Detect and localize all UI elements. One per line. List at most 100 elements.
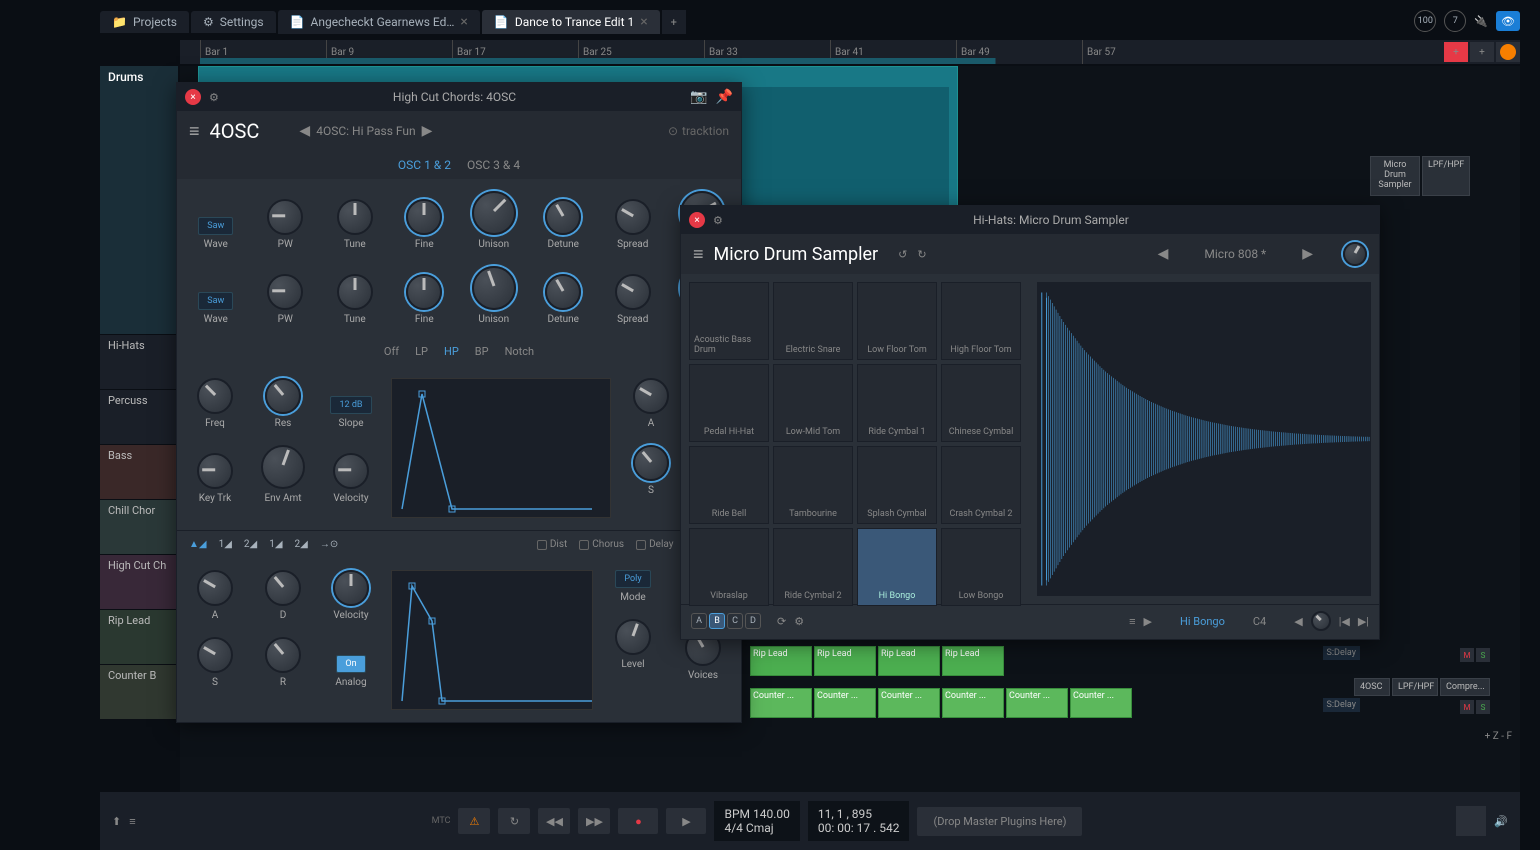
filter-hp[interactable]: HP xyxy=(444,345,459,358)
settings-icon[interactable]: ⚙ xyxy=(209,91,219,104)
view-toggle-button[interactable]: 👁 xyxy=(1496,11,1520,31)
knob-pw[interactable] xyxy=(267,199,303,235)
plugin-titlebar[interactable]: × ⚙ High Cut Chords: 4OSC 📷 📌 xyxy=(177,83,741,111)
master-plugin-drop[interactable]: (Drop Master Plugins Here) xyxy=(917,807,1082,836)
knob-spread[interactable] xyxy=(615,274,651,310)
upload-icon[interactable]: ⬆ xyxy=(112,815,121,828)
prev-icon[interactable]: ◀ xyxy=(1294,615,1302,628)
slope-selector[interactable]: 12 dB xyxy=(330,396,371,414)
knob-fine[interactable] xyxy=(406,274,442,310)
amp-envelope-display[interactable] xyxy=(391,570,593,710)
tab-dance-trance[interactable]: 📄Dance to Trance Edit 1× xyxy=(482,10,660,34)
fx-chorus[interactable]: Chorus xyxy=(579,539,624,550)
knob-unison[interactable] xyxy=(472,191,516,235)
speaker-icon[interactable]: 🔊 xyxy=(1494,815,1508,828)
drum-pad[interactable]: Hi Bongo xyxy=(857,528,937,606)
clip-counter[interactable]: Counter ... xyxy=(1006,688,1068,718)
plugin-chip-mds[interactable]: Micro Drum Sampler xyxy=(1370,156,1420,196)
knob-envamt[interactable] xyxy=(261,445,305,489)
bank-a[interactable]: A xyxy=(691,613,707,629)
drum-pad[interactable]: Ride Cymbal 1 xyxy=(857,364,937,442)
rewind-button[interactable]: ◀◀ xyxy=(538,808,570,834)
play-button[interactable]: ▶ xyxy=(666,808,706,834)
sliders-icon[interactable]: ⚙ xyxy=(794,615,804,628)
wave-selector[interactable]: Saw xyxy=(198,292,233,310)
send-delay[interactable]: S:Delay xyxy=(1323,646,1360,660)
tab-settings[interactable]: ⚙Settings xyxy=(191,11,276,33)
tab-osc12[interactable]: OSC 1 & 2 xyxy=(398,158,451,172)
preset-name[interactable]: 4OSC: Hi Pass Fun xyxy=(316,124,415,138)
knob-master-level[interactable] xyxy=(615,619,651,655)
track-high-cut[interactable]: High Cut Ch xyxy=(100,554,178,609)
next-preset-icon[interactable]: ▶ xyxy=(422,123,433,139)
knob-res[interactable] xyxy=(265,378,301,414)
fx-delay[interactable]: Delay xyxy=(636,539,673,550)
play-icon[interactable]: ▶ xyxy=(1144,615,1152,628)
clip-rip-lead[interactable]: Rip Lead xyxy=(878,646,940,676)
mod-icon[interactable]: ▲◢ xyxy=(189,539,207,550)
pin-icon[interactable]: 📌 xyxy=(716,89,733,105)
record-button[interactable]: ● xyxy=(618,808,658,834)
track-percuss[interactable]: Percuss xyxy=(100,389,178,444)
marker-options-button[interactable] xyxy=(1496,42,1520,62)
skip-back-icon[interactable]: |◀ xyxy=(1339,615,1350,628)
prev-preset-icon[interactable]: ◀ xyxy=(299,123,310,139)
mod-target-icon[interactable]: →⊙ xyxy=(320,539,338,550)
loop-icon[interactable]: ⟳ xyxy=(777,615,786,628)
knob-tune[interactable] xyxy=(337,274,373,310)
prev-preset-icon[interactable]: ◀ xyxy=(1158,246,1169,262)
tab-gearnews[interactable]: 📄Angecheckt Gearnews Ed…× xyxy=(278,10,480,34)
knob-keytrk[interactable] xyxy=(197,453,233,489)
clip-rip-lead[interactable]: Rip Lead xyxy=(942,646,1004,676)
send-delay[interactable]: S:Delay xyxy=(1323,698,1360,712)
clip-counter[interactable]: Counter ... xyxy=(814,688,876,718)
knob-spread[interactable] xyxy=(615,199,651,235)
close-button[interactable]: × xyxy=(185,89,201,105)
mode-selector[interactable]: Poly xyxy=(615,570,650,588)
close-icon[interactable]: × xyxy=(640,14,647,30)
add-marker-button[interactable]: + xyxy=(1470,42,1494,62)
menu-icon[interactable]: ≡ xyxy=(693,244,704,265)
filter-envelope-display[interactable] xyxy=(391,378,611,518)
plugin-chip-lpfhpf[interactable]: LPF/HPF xyxy=(1392,678,1438,696)
preset-name[interactable]: Micro 808 * xyxy=(1204,247,1266,261)
bpm-display[interactable]: BPM 140.00 4/4 Cmaj xyxy=(714,801,799,841)
knob-tune[interactable] xyxy=(337,199,373,235)
next-preset-icon[interactable]: ▶ xyxy=(1302,246,1313,262)
skip-fwd-icon[interactable]: ▶| xyxy=(1358,615,1369,628)
warning-button[interactable]: ⚠ xyxy=(458,808,490,834)
menu-icon[interactable]: ≡ xyxy=(189,121,200,142)
list-icon[interactable]: ≡ xyxy=(1129,615,1135,628)
forward-button[interactable]: ▶▶ xyxy=(578,808,610,834)
solo-button[interactable]: S xyxy=(1476,648,1490,662)
drum-pad[interactable]: Vibraslap xyxy=(689,528,769,606)
drum-pad[interactable]: Acoustic Bass Drum xyxy=(689,282,769,360)
mute-button[interactable]: M xyxy=(1460,700,1474,714)
timeline-ruler[interactable]: Bar 1 Bar 9 Bar 17 Bar 25 Bar 33 Bar 41 … xyxy=(180,40,1520,64)
clip-counter[interactable]: Counter ... xyxy=(942,688,1004,718)
track-drums[interactable]: Drums xyxy=(100,66,178,334)
add-tab-button[interactable]: + xyxy=(662,10,686,34)
knob-detune[interactable] xyxy=(545,274,581,310)
knob-amp-d[interactable] xyxy=(265,570,301,606)
knob-amp-vel[interactable] xyxy=(333,570,369,606)
bank-d[interactable]: D xyxy=(745,613,761,629)
knob-volume[interactable] xyxy=(1343,242,1367,266)
track-bass[interactable]: Bass xyxy=(100,444,178,499)
tab-projects[interactable]: 📁Projects xyxy=(100,11,189,33)
solo-button[interactable]: S xyxy=(1476,700,1490,714)
knob-amp-r[interactable] xyxy=(265,637,301,673)
bank-b[interactable]: B xyxy=(709,613,725,629)
knob-pw[interactable] xyxy=(267,274,303,310)
clip-counter[interactable]: Counter ... xyxy=(750,688,812,718)
plugin-chip-4osc[interactable]: 4OSC xyxy=(1354,678,1390,696)
clip-rip-lead[interactable]: Rip Lead xyxy=(814,646,876,676)
filter-bp[interactable]: BP xyxy=(475,345,489,358)
mod-slot[interactable]: 1◢ xyxy=(269,539,282,550)
bank-c[interactable]: C xyxy=(727,613,743,629)
knob-amp-a[interactable] xyxy=(197,570,233,606)
undo-icon[interactable]: ↺ xyxy=(898,248,907,261)
knob-freq[interactable] xyxy=(197,378,233,414)
track-rip-lead[interactable]: Rip Lead xyxy=(100,609,178,664)
wave-selector[interactable]: Saw xyxy=(198,217,233,235)
